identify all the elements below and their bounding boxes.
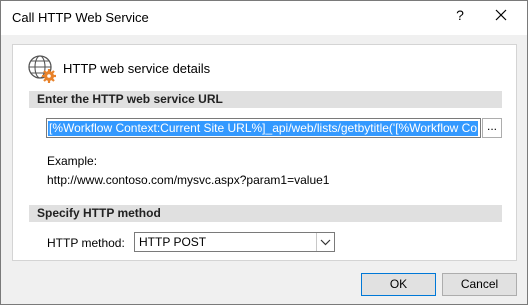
url-section-heading: Enter the HTTP web service URL	[29, 91, 502, 108]
url-input-value: [%Workflow Context:Current Site URL%]_ap…	[48, 121, 478, 136]
http-method-label: HTTP method:	[47, 236, 125, 250]
details-title: HTTP web service details	[63, 61, 211, 76]
title-bar: Call HTTP Web Service ?	[1, 1, 527, 35]
example-url: http://www.contoso.com/mysvc.aspx?param1…	[47, 173, 330, 187]
example-label: Example:	[47, 154, 98, 168]
chevron-down-icon[interactable]	[316, 233, 334, 251]
close-button[interactable]	[491, 5, 511, 25]
ok-button[interactable]: OK	[361, 273, 436, 296]
help-button[interactable]: ?	[453, 7, 467, 23]
dialog-window: Call HTTP Web Service ? HTTP web service…	[0, 0, 528, 305]
details-panel: HTTP web service details Enter the HTTP …	[12, 44, 517, 261]
http-method-value: HTTP POST	[139, 235, 207, 249]
globe-gear-icon	[28, 55, 56, 83]
cancel-button[interactable]: Cancel	[442, 273, 517, 296]
dialog-title: Call HTTP Web Service	[12, 10, 149, 25]
url-input[interactable]: [%Workflow Context:Current Site URL%]_ap…	[46, 118, 481, 138]
browse-button[interactable]: ...	[482, 118, 502, 138]
close-icon	[495, 9, 507, 21]
http-method-select[interactable]: HTTP POST	[134, 232, 335, 252]
method-section-heading: Specify HTTP method	[29, 205, 502, 222]
